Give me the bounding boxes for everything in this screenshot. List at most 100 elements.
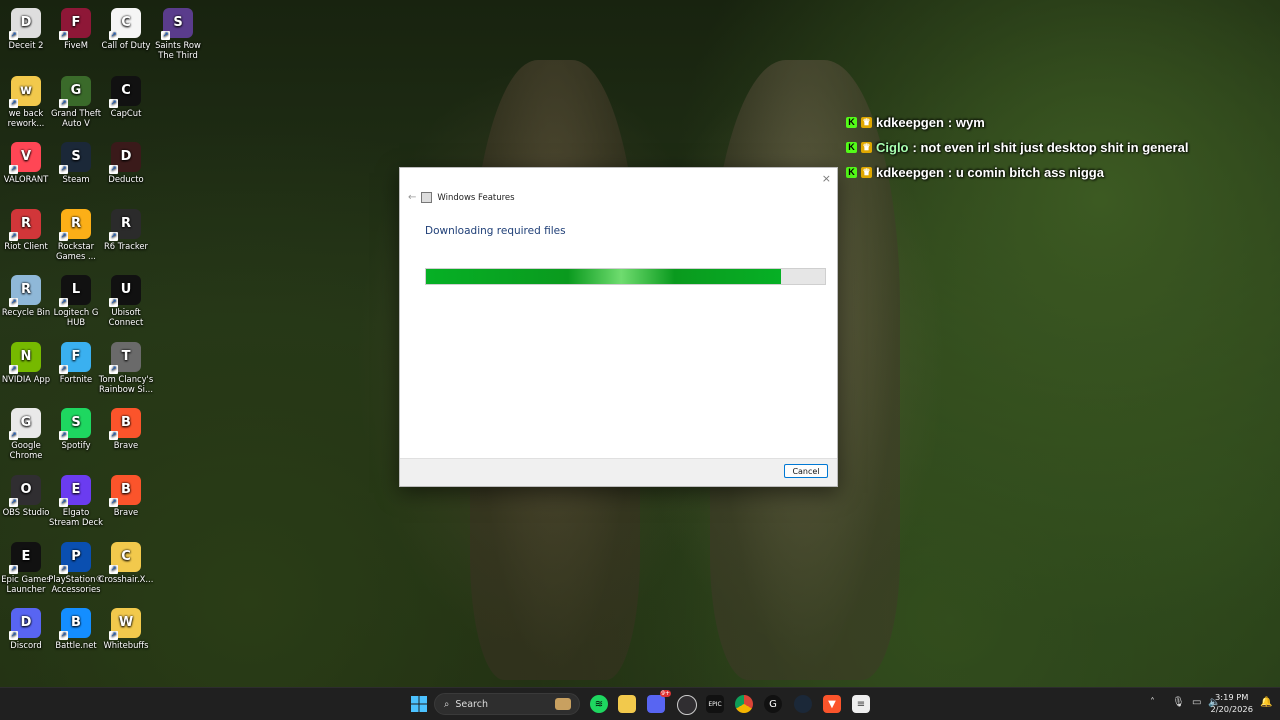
desktop-icon[interactable]: C ↗ Crosshair.X... <box>98 538 154 584</box>
desktop-icon[interactable]: B ↗ Brave <box>98 471 154 517</box>
desktop-icon[interactable]: T ↗ Tom Clancy's Rainbow Si... <box>98 338 154 394</box>
desktop-icon[interactable]: V ↗ VALORANT <box>0 138 54 184</box>
clock-time: 3:19 PM <box>1215 692 1249 702</box>
obs-icon[interactable] <box>677 695 697 715</box>
desktop-icon[interactable]: L ↗ Logitech G HUB <box>48 271 104 327</box>
desktop-icon[interactable]: C ↗ CapCut <box>98 72 154 118</box>
desktop-icon[interactable]: P ↗ PlayStation® Accessories <box>48 538 104 594</box>
desktop-icon[interactable]: W ↗ Whitebuffs <box>98 604 154 650</box>
riot-icon: R ↗ <box>9 209 41 241</box>
desktop-icon[interactable]: D ↗ Discord <box>0 604 54 650</box>
brave-icon[interactable]: ▼ <box>823 695 841 713</box>
discord-icon[interactable]: 9+ <box>647 690 671 713</box>
desktop-icon-label: Whitebuffs <box>103 640 149 650</box>
shortcut-arrow-icon: ↗ <box>59 31 68 40</box>
desktop-icon-label: Elgato Stream Deck <box>48 507 104 527</box>
microphone-icon[interactable]: 🎙 <box>1172 697 1185 708</box>
shortcut-arrow-icon: ↗ <box>59 365 68 374</box>
search-icon: ⌕ <box>444 698 450 710</box>
discord-icon: D ↗ <box>9 608 41 640</box>
shortcut-arrow-icon: ↗ <box>9 232 18 241</box>
desktop-icon[interactable]: D ↗ Deducto <box>98 138 154 184</box>
desktop-icon-label: VALORANT <box>3 174 49 184</box>
desktop-icon-label: CapCut <box>110 108 142 118</box>
desktop-icon-label: Epic Games Launcher <box>1 574 51 594</box>
network-icon[interactable]: ▭ <box>1192 697 1201 708</box>
epic-games-icon[interactable]: EPIC <box>706 695 724 713</box>
desktop-icon[interactable]: R ↗ Recycle Bin <box>0 271 54 317</box>
chat-message: K ♛ kdkeepgen : u comin bitch ass nigga <box>846 165 1104 180</box>
close-icon[interactable]: × <box>822 172 831 185</box>
desktop-icon[interactable]: R ↗ Rockstar Games ... <box>48 205 104 261</box>
desktop-icon[interactable]: E ↗ Elgato Stream Deck <box>48 471 104 527</box>
file-explorer-icon[interactable] <box>618 695 636 713</box>
desktop-icon-label: Brave <box>113 440 139 450</box>
chevron-up-icon[interactable]: ˄ <box>1150 697 1155 708</box>
fivem-icon: F ↗ <box>59 8 91 40</box>
shortcut-arrow-icon: ↗ <box>109 165 118 174</box>
desktop-icon[interactable]: O ↗ OBS Studio <box>0 471 54 517</box>
desktop-icon[interactable]: U ↗ Ubisoft Connect <box>98 271 154 327</box>
desktop-icon-label: Battle.net <box>55 640 97 650</box>
logitech-icon[interactable]: G <box>764 695 782 713</box>
windows-start-icon[interactable] <box>410 695 428 713</box>
steam-icon[interactable] <box>794 695 812 713</box>
desktop-icon-label: Rockstar Games ... <box>56 241 96 261</box>
desktop-icon[interactable]: B ↗ Brave <box>98 404 154 450</box>
chat-username: Ciglo <box>876 140 909 155</box>
nvidia-icon: N ↗ <box>9 342 41 374</box>
desktop-icon[interactable]: S ↗ Spotify <box>48 404 104 450</box>
desktop-icon[interactable]: S ↗ Saints Row The Third <box>150 4 206 60</box>
download-progress-bar <box>425 268 826 285</box>
desktop-icon[interactable]: N ↗ NVIDIA App <box>0 338 54 384</box>
obs-icon: O ↗ <box>9 475 41 507</box>
desktop-icon[interactable]: B ↗ Battle.net <box>48 604 104 650</box>
chat-username: kdkeepgen <box>876 165 944 180</box>
shortcut-arrow-icon: ↗ <box>59 565 68 574</box>
folder-icon: w ↗ <box>9 76 41 108</box>
desktop-icon-label: Spotify <box>61 440 91 450</box>
search-highlight-icon <box>555 698 571 710</box>
dialog-title: Windows Features <box>437 192 515 203</box>
desktop-icon[interactable]: F ↗ Fortnite <box>48 338 104 384</box>
desktop-icon[interactable]: w ↗ we back rework... <box>0 72 54 128</box>
r6-tracker-icon: R ↗ <box>109 209 141 241</box>
desktop-icon[interactable]: C ↗ Call of Duty <box>98 4 154 50</box>
taskbar-clock[interactable]: 3:19 PM 2/20/2026 <box>1210 691 1253 715</box>
notepad-icon[interactable]: ≡ <box>852 695 870 713</box>
taskbar-search-box[interactable]: ⌕ Search <box>434 693 580 715</box>
desktop-icon-label: Discord <box>10 640 42 650</box>
desktop-icon[interactable]: S ↗ Steam <box>48 138 104 184</box>
cancel-button[interactable]: Cancel <box>784 464 828 478</box>
desktop-icon-label: R6 Tracker <box>103 241 149 251</box>
shortcut-arrow-icon: ↗ <box>9 298 18 307</box>
shortcut-arrow-icon: ↗ <box>109 31 118 40</box>
battlenet-icon: B ↗ <box>59 608 91 640</box>
desktop-icon[interactable]: G ↗ Grand Theft Auto V <box>48 72 104 128</box>
shortcut-arrow-icon: ↗ <box>59 165 68 174</box>
desktop-icon[interactable]: R ↗ R6 Tracker <box>98 205 154 251</box>
shortcut-arrow-icon: ↗ <box>109 99 118 108</box>
file-icon: C ↗ <box>109 8 141 40</box>
saints-row-icon: S ↗ <box>161 8 193 40</box>
epic-games-icon: E ↗ <box>9 542 41 574</box>
shortcut-arrow-icon: ↗ <box>59 99 68 108</box>
clock-date: 2/20/2026 <box>1210 704 1253 714</box>
desktop-icon-label: Ubisoft Connect <box>108 307 144 327</box>
back-arrow-icon[interactable]: ← <box>408 192 416 203</box>
spotify-icon[interactable]: ≋ <box>590 695 608 713</box>
desktop-icon[interactable]: G ↗ Google Chrome <box>0 404 54 460</box>
spotify-icon: S ↗ <box>59 408 91 440</box>
desktop-icon-label: FiveM <box>64 40 88 50</box>
dialog-heading: Downloading required files <box>425 225 566 237</box>
desktop-icon-label: Logitech G HUB <box>53 307 99 327</box>
shortcut-arrow-icon: ↗ <box>9 165 18 174</box>
chrome-icon[interactable] <box>735 695 753 713</box>
desktop-icon[interactable]: D ↗ Deceit 2 <box>0 4 54 50</box>
desktop-icon-label: Fortnite <box>59 374 93 384</box>
desktop-icon[interactable]: F ↗ FiveM <box>48 4 104 50</box>
desktop-icon[interactable]: R ↗ Riot Client <box>0 205 54 251</box>
desktop-icon[interactable]: E ↗ Epic Games Launcher <box>0 538 54 594</box>
notification-bell-icon[interactable]: 🔔 <box>1260 697 1272 708</box>
windows-features-icon <box>421 192 433 203</box>
